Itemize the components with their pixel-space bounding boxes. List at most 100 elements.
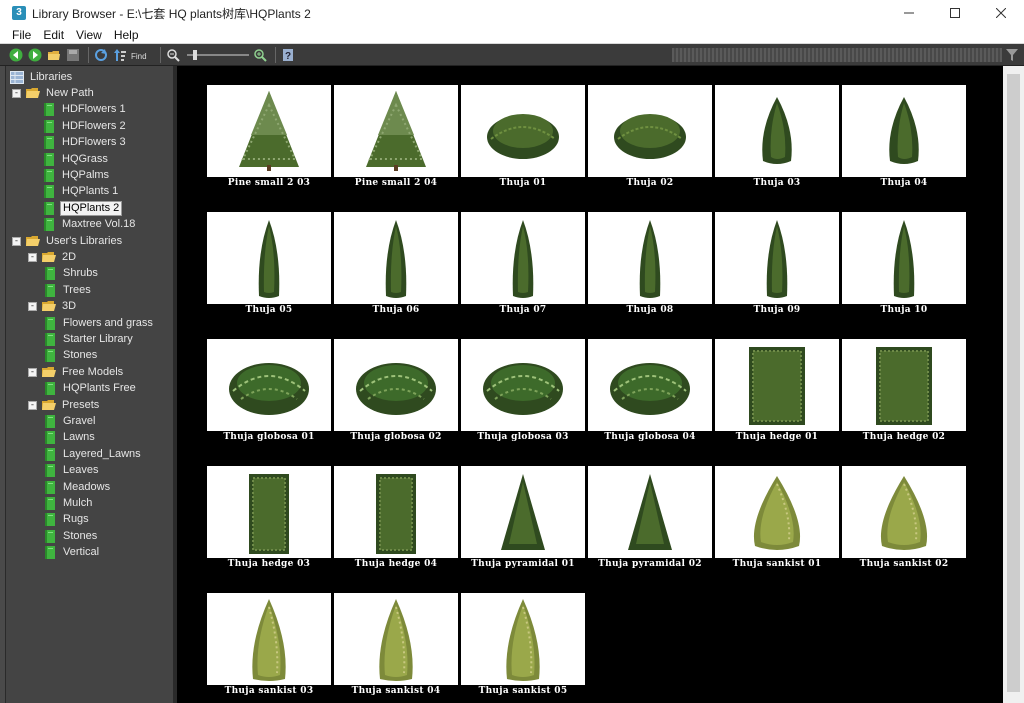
plant-thumbnail[interactable]: Thuja 07 [461, 212, 585, 318]
menu-file[interactable]: File [0, 26, 37, 44]
refresh-button[interactable] [93, 47, 109, 63]
folder-icon [42, 399, 56, 410]
plant-thumbnail[interactable]: Thuja pyramidal 02 [588, 466, 712, 572]
plant-thumbnail[interactable]: Thuja hedge 03 [207, 466, 331, 572]
forward-button[interactable] [27, 47, 43, 63]
tree-item[interactable]: Mulch [43, 495, 94, 511]
plant-thumbnail[interactable]: Thuja globosa 02 [334, 339, 458, 445]
menu-edit[interactable]: Edit [37, 26, 70, 44]
tree-item[interactable]: Maxtree Vol.18 [42, 217, 137, 233]
plant-thumbnail[interactable]: Thuja hedge 02 [842, 339, 966, 445]
vertical-scrollbar[interactable] [1003, 66, 1024, 703]
zoom-slider-handle[interactable] [193, 49, 197, 60]
maximize-button[interactable] [932, 0, 978, 26]
plant-thumbnail[interactable]: Thuja hedge 01 [715, 339, 839, 445]
plant-thumbnail[interactable]: Thuja 09 [715, 212, 839, 318]
plant-thumbnail[interactable]: Thuja sankist 04 [334, 593, 458, 699]
tree-item[interactable]: Leaves [43, 463, 100, 479]
tree-item[interactable]: HDFlowers 2 [42, 118, 128, 134]
collapse-toggle[interactable]: - [28, 400, 37, 410]
collapse-toggle[interactable]: - [12, 88, 21, 98]
tree-item[interactable]: Starter Library [43, 331, 135, 347]
plant-thumbnail[interactable]: Thuja 10 [842, 212, 966, 318]
thumbnail-label: Pine small 2 03 [227, 178, 311, 188]
tree-item[interactable]: Layered_Lawns [43, 446, 143, 462]
tree-item[interactable]: Stones [43, 348, 99, 364]
plant-preview [366, 91, 426, 171]
tree-item[interactable]: - User's Libraries [12, 233, 124, 249]
plant-thumbnail[interactable]: Pine small 2 03 [207, 85, 331, 191]
collapse-toggle[interactable]: - [28, 252, 37, 262]
plant-thumbnail[interactable]: Thuja sankist 01 [715, 466, 839, 572]
thumbnail-label: Pine small 2 04 [354, 178, 438, 188]
tree-item[interactable]: Stones [43, 528, 99, 544]
tree-item[interactable]: - 2D [28, 249, 78, 265]
plant-thumbnail[interactable]: Thuja 08 [588, 212, 712, 318]
plant-preview [614, 114, 686, 159]
tree-item[interactable]: Vertical [43, 545, 101, 561]
filter-icon [1006, 49, 1018, 61]
sort-button[interactable] [112, 47, 128, 63]
open-folder-button[interactable] [46, 47, 62, 63]
tree-item[interactable]: Libraries [10, 69, 74, 85]
tree-item[interactable]: Meadows [43, 479, 112, 495]
tree-item[interactable]: Lawns [43, 430, 97, 446]
collapse-toggle[interactable]: - [12, 236, 21, 246]
plant-thumbnail[interactable]: Thuja sankist 05 [461, 593, 585, 699]
plant-thumbnail[interactable]: Thuja sankist 03 [207, 593, 331, 699]
tree-item[interactable]: Shrubs [43, 266, 100, 282]
tree-item[interactable]: HDFlowers 1 [42, 102, 128, 118]
plant-thumbnail[interactable]: Thuja 02 [588, 85, 712, 191]
collapse-toggle[interactable]: - [28, 367, 37, 377]
library-icon [44, 103, 54, 117]
plant-thumbnail[interactable]: Pine small 2 04 [334, 85, 458, 191]
tree-item[interactable]: HDFlowers 3 [42, 135, 128, 151]
filter-button[interactable] [1006, 48, 1018, 62]
tree-item[interactable]: - Free Models [28, 364, 125, 380]
tree-item[interactable]: Rugs [43, 512, 91, 528]
tree-item[interactable]: HQPlants 1 [42, 184, 120, 200]
zoom-out-icon [167, 48, 180, 62]
plant-thumbnail[interactable]: Thuja 03 [715, 85, 839, 191]
search-field[interactable] [672, 48, 1002, 62]
plant-thumbnail[interactable]: Thuja hedge 04 [334, 466, 458, 572]
plant-thumbnail[interactable]: Thuja sankist 02 [842, 466, 966, 572]
zoom-out-button[interactable] [165, 47, 181, 63]
tree-item[interactable]: Gravel [43, 413, 97, 429]
plant-thumbnail[interactable]: Thuja pyramidal 01 [461, 466, 585, 572]
zoom-in-button[interactable] [252, 47, 268, 63]
thumbnail-label: Thuja hedge 02 [862, 432, 946, 442]
plant-thumbnail[interactable]: Thuja 06 [334, 212, 458, 318]
find-button[interactable]: Find [131, 47, 153, 63]
scrollbar-thumb[interactable] [1007, 74, 1020, 692]
save-button[interactable] [65, 47, 81, 63]
tree-item[interactable]: HQPlants Free [43, 381, 138, 397]
library-icon [44, 185, 54, 199]
tree-item-label: HDFlowers 2 [62, 119, 126, 132]
close-button[interactable] [978, 0, 1024, 26]
plant-thumbnail[interactable]: Thuja globosa 04 [588, 339, 712, 445]
tree-item[interactable]: Trees [43, 282, 93, 298]
minimize-button[interactable] [886, 0, 932, 26]
plant-thumbnail[interactable]: Thuja 01 [461, 85, 585, 191]
plant-thumbnail[interactable]: Thuja 05 [207, 212, 331, 318]
tree-item[interactable]: - 3D [28, 299, 78, 315]
library-icon [44, 136, 54, 150]
tree-item[interactable]: HQGrass [42, 151, 110, 167]
back-button[interactable] [8, 47, 24, 63]
zoom-slider[interactable] [187, 49, 249, 61]
thumbnail-label: Thuja hedge 04 [354, 559, 438, 569]
tree-item[interactable]: - Presets [28, 397, 101, 413]
menu-view[interactable]: View [70, 26, 108, 44]
thumbnail-label: Thuja 09 [753, 305, 801, 315]
plant-thumbnail[interactable]: Thuja globosa 01 [207, 339, 331, 445]
help-button[interactable]: ? [280, 47, 296, 63]
tree-item[interactable]: HQPlants 2 [42, 200, 123, 216]
plant-thumbnail[interactable]: Thuja globosa 03 [461, 339, 585, 445]
collapse-toggle[interactable]: - [28, 302, 37, 312]
plant-thumbnail[interactable]: Thuja 04 [842, 85, 966, 191]
tree-item[interactable]: - New Path [12, 85, 96, 101]
menu-help[interactable]: Help [108, 26, 145, 44]
tree-item[interactable]: HQPalms [42, 167, 111, 183]
tree-item[interactable]: Flowers and grass [43, 315, 155, 331]
